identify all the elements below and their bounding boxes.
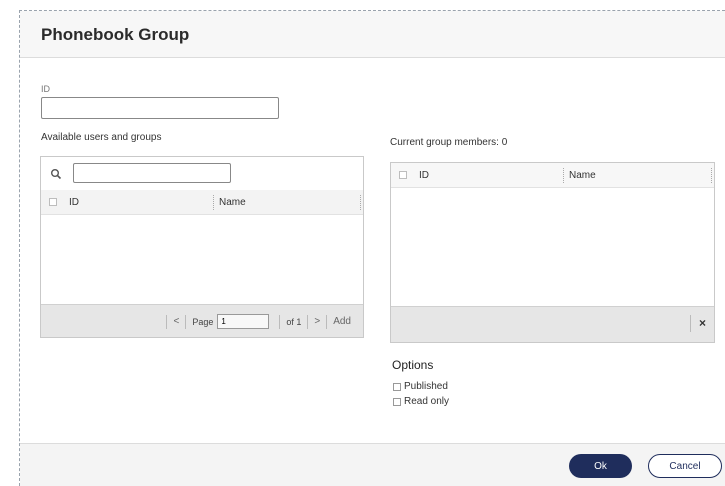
grid-header: ID Name	[41, 190, 363, 215]
dialog-footer: Ok Cancel	[20, 443, 725, 486]
search-input[interactable]	[73, 163, 231, 183]
cancel-button[interactable]: Cancel	[648, 454, 722, 478]
ok-button[interactable]: Ok	[569, 454, 632, 478]
search-row	[41, 157, 363, 190]
select-all-checkbox[interactable]	[399, 171, 407, 179]
search-icon	[50, 167, 62, 180]
readonly-label[interactable]: Read only	[404, 396, 449, 407]
column-separator[interactable]	[563, 168, 564, 183]
divider	[326, 314, 328, 329]
page-count: of 1	[286, 316, 302, 327]
id-label: ID	[41, 84, 50, 94]
next-page-button[interactable]: >	[314, 316, 320, 327]
dialog-title: Phonebook Group	[41, 25, 190, 44]
add-button[interactable]: Add	[333, 316, 351, 327]
column-header-id[interactable]: ID	[69, 197, 79, 208]
published-label[interactable]: Published	[404, 381, 448, 392]
divider	[307, 314, 309, 329]
close-icon[interactable]: ×	[689, 315, 706, 332]
published-checkbox[interactable]	[393, 382, 401, 391]
page-number-input[interactable]	[217, 314, 270, 329]
readonly-checkbox[interactable]	[393, 397, 401, 406]
grid-footer: < Page of 1 > Add	[41, 304, 363, 337]
available-users-label: Available users and groups	[41, 132, 162, 143]
current-members-grid: ID Name ×	[390, 162, 715, 343]
pager: < Page of 1 > Add	[160, 314, 351, 329]
select-all-checkbox[interactable]	[49, 198, 57, 206]
readonly-option[interactable]: Read only	[393, 396, 449, 407]
column-separator[interactable]	[360, 195, 361, 210]
grid-footer: ×	[391, 306, 714, 342]
prev-page-button[interactable]: <	[173, 316, 179, 327]
current-members-label: Current group members: 0	[390, 137, 508, 148]
divider	[279, 314, 281, 329]
column-separator[interactable]	[213, 195, 214, 210]
column-header-name[interactable]: Name	[569, 170, 596, 181]
column-separator[interactable]	[711, 168, 712, 183]
divider	[166, 314, 168, 329]
grid-header: ID Name	[391, 163, 714, 188]
column-header-name[interactable]: Name	[219, 197, 246, 208]
available-users-grid: ID Name < Page of 1 > Add	[40, 156, 364, 338]
phonebook-group-dialog: Phonebook Group ID Available users and g…	[19, 10, 725, 486]
id-field[interactable]	[41, 97, 279, 119]
dialog-header: Phonebook Group	[20, 11, 725, 58]
page-label: Page	[192, 316, 214, 327]
divider	[185, 314, 187, 329]
published-option[interactable]: Published	[393, 381, 448, 392]
column-header-id[interactable]: ID	[419, 170, 429, 181]
options-heading: Options	[392, 358, 434, 372]
